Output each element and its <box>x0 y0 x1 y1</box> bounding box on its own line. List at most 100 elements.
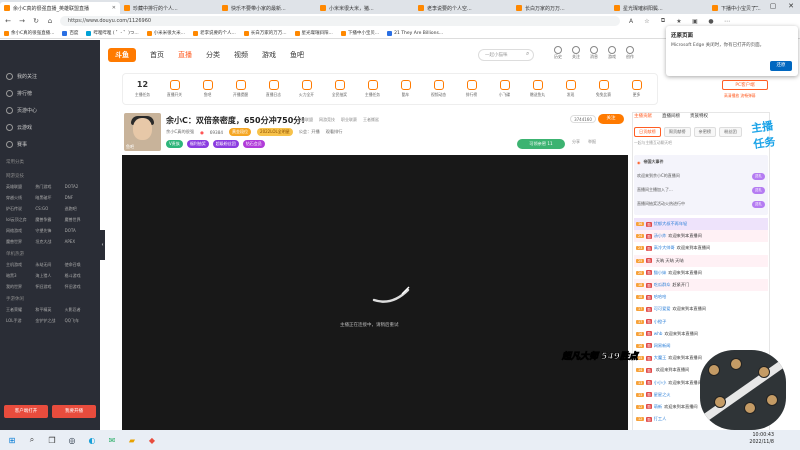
allstar-badge[interactable]: 2022LOL全明星 <box>257 128 293 136</box>
chat-message[interactable]: 20 勋猫小妹 欢迎来到本直播间 <box>634 267 768 279</box>
sidebar-category-item[interactable]: 怀旧游戏 <box>35 284 64 290</box>
sidebar-category-item[interactable]: 逃跑吧 <box>65 206 94 212</box>
chat-message[interactable]: 18 勋哈哈哈 <box>634 291 768 303</box>
share-button[interactable]: 分享 <box>572 139 580 145</box>
browser-tab[interactable]: 老李说要的个人空... <box>414 2 512 14</box>
chat-username[interactable]: 汤小炸 <box>654 233 667 239</box>
bookmark[interactable]: 小米米很大米... <box>146 30 185 36</box>
forward-icon[interactable]: → <box>18 17 26 25</box>
search-icon[interactable]: ⌕ <box>526 50 529 58</box>
home-icon[interactable]: ⌂ <box>46 17 54 25</box>
tab-daily[interactable]: 日贡献榜 <box>634 127 661 137</box>
sidebar-category-item[interactable]: 我的世界 <box>6 284 35 290</box>
sidebar-category-item[interactable]: 坦克大战 <box>35 239 64 245</box>
close-icon[interactable]: ✕ <box>112 5 116 11</box>
search-icon[interactable]: ⌕ <box>26 434 38 446</box>
category-item[interactable]: 全民抽奖 <box>323 80 356 98</box>
chat-username[interactable]: 打工人 <box>654 416 667 422</box>
sidebar-category-item[interactable]: DNF <box>65 195 94 201</box>
sidebar-category-item[interactable]: 海上猎人 <box>35 273 64 279</box>
maximize-icon[interactable]: ▢ <box>764 0 782 12</box>
chat-username[interactable]: 忧郁大叔不再年轻 <box>654 221 688 227</box>
chat-message[interactable]: 24 勋汤小炸 欢迎来到本直播间 <box>634 230 768 243</box>
bookmark[interactable]: 百度 <box>62 30 78 36</box>
read-aloud-icon[interactable]: A <box>626 18 636 25</box>
chat-username[interactable]: 萌新 <box>654 404 662 410</box>
chat-username[interactable]: 可可爱爱 <box>654 306 671 312</box>
explorer-icon[interactable]: ▰ <box>126 434 138 446</box>
message-button[interactable]: 消息 <box>588 46 600 60</box>
category-item[interactable]: 视频动态 <box>422 80 455 98</box>
nav-video[interactable]: 视频 <box>234 50 248 60</box>
watch-rank[interactable]: 观看排行 <box>326 129 343 135</box>
avatar[interactable]: 鱼吧 <box>124 113 161 151</box>
bookmark[interactable]: 星光璨璀斜阳... <box>294 30 333 36</box>
sidebar-collapse-handle[interactable]: ‹ <box>100 230 105 260</box>
favorites-icon[interactable]: ★ <box>674 18 684 25</box>
category-item[interactable]: 排行榜 <box>455 80 488 98</box>
category-item[interactable]: 更多 <box>620 80 653 98</box>
task-logo[interactable]: 主播任务 <box>750 116 786 151</box>
sidebar-category-item[interactable]: 怀旧游戏 <box>65 284 94 290</box>
bookmark[interactable]: 老李说要的个人... <box>192 30 236 36</box>
clock[interactable]: 10:00:43 2022/11/8 <box>749 432 774 446</box>
game-button[interactable]: 游戏 <box>606 46 618 60</box>
bookmark[interactable]: 21 They Are Billions... <box>387 30 443 36</box>
tab-intimacy[interactable]: 亲密榜 <box>693 127 717 137</box>
nav-yuba[interactable]: 鱼吧 <box>290 50 304 60</box>
browser-tab[interactable]: 长白万家的万万... <box>512 2 610 14</box>
browser-tab[interactable]: 快乐不要带小家的最新... <box>218 2 316 14</box>
menu-icon[interactable]: ⋯ <box>722 18 732 25</box>
noble-pill[interactable]: V贵族 <box>166 140 183 148</box>
sidebar-category-item[interactable]: 热门游戏 <box>35 184 64 190</box>
diamond-pill[interactable]: 钻石会员 <box>242 140 265 148</box>
history-button[interactable]: 历史 <box>552 46 564 60</box>
sidebar-category-item[interactable]: 和平精英 <box>35 307 64 313</box>
category-item[interactable]: 酷车 <box>389 80 422 98</box>
sidebar-item-webgame[interactable]: 页游中心 <box>0 102 100 119</box>
douyu-logo[interactable]: 斗鱼 <box>108 48 136 62</box>
sidebar-category-item[interactable]: LOL手游 <box>6 318 35 324</box>
bookmark[interactable]: 哔哩哔哩 ( ゜- ゜)つ... <box>86 30 139 36</box>
app-icon[interactable]: ◆ <box>146 434 158 446</box>
wechat-icon[interactable]: ✉ <box>106 434 118 446</box>
minimize-icon[interactable]: — <box>746 0 764 12</box>
sidebar-category-item[interactable]: CS:GO <box>35 206 64 212</box>
tag[interactable]: 网游竞技 <box>319 117 335 123</box>
category-item[interactable]: 开播提醒 <box>224 80 257 98</box>
chat-username[interactable]: 大魔王 <box>654 355 667 361</box>
category-item[interactable]: 小飞碟 <box>488 80 521 98</box>
browser-tab[interactable]: 星光璨璀斜阳鬓... <box>610 2 708 14</box>
follow-button[interactable]: 关注 <box>598 114 624 124</box>
windows-start-icon[interactable]: ⊞ <box>6 434 18 446</box>
hot-row[interactable]: 直播间主播加入了... 送礼 <box>634 183 768 197</box>
tab-contribution[interactable]: 主播贡献 <box>634 113 652 119</box>
category-item[interactable]: 赠送鱼丸 <box>521 80 554 98</box>
chat-username[interactable]: 小橙子 <box>654 319 667 325</box>
sidebar-category-item[interactable]: 王者荣耀 <box>6 307 35 313</box>
category-item[interactable]: 火力全开 <box>290 80 323 98</box>
edge-icon[interactable]: ◐ <box>86 434 98 446</box>
steam-icon[interactable]: ◎ <box>66 434 78 446</box>
create-button[interactable]: 创作 <box>624 46 636 60</box>
profile-icon[interactable]: ● <box>706 18 716 25</box>
nav-game[interactable]: 游戏 <box>262 50 276 60</box>
hot-row[interactable]: 直播间抽奖活动火热进行中 送礼 <box>634 197 768 211</box>
sidebar-item-rank[interactable]: 排行榜 <box>0 85 100 102</box>
task-view-icon[interactable]: ❐ <box>46 434 58 446</box>
follow-button[interactable]: 关注 <box>570 46 582 60</box>
sidebar-category-item[interactable]: 英雄联盟 <box>6 184 35 190</box>
sidebar-category-item[interactable]: 永劫无间 <box>35 262 64 268</box>
extensions-icon[interactable]: ⧉ <box>658 17 668 25</box>
sidebar-item-cloudgame[interactable]: 云游戏 <box>0 119 100 136</box>
fanclub-pill[interactable]: 超级粉丝团 <box>212 140 239 148</box>
category-item[interactable]: 兔兔比赛 <box>587 80 620 98</box>
task-count[interactable]: 12 主播任务 <box>127 80 158 98</box>
url-input[interactable]: https://www.douyu.com/1126960 <box>60 16 620 26</box>
nav-live[interactable]: 直播 <box>178 50 192 60</box>
chat-message[interactable]: 17 勋小橙子 <box>634 316 768 328</box>
sidebar-category-item[interactable]: 守望先锋 <box>35 228 64 234</box>
pc-client-button[interactable]: PC客户端 <box>722 80 768 90</box>
sidebar-category-item[interactable]: 魔兽世界 <box>65 217 94 223</box>
chat-username[interactable]: 吃瓜群众 <box>654 282 671 288</box>
